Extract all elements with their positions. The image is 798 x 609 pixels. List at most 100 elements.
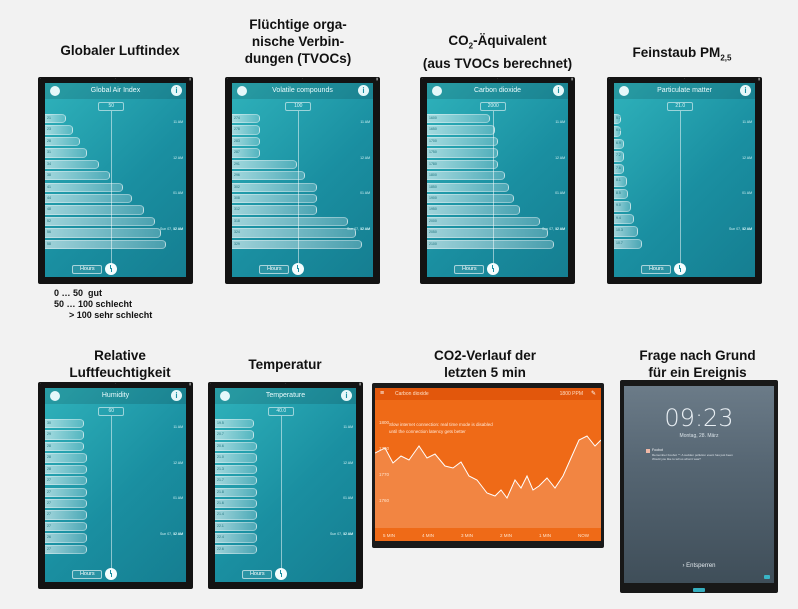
data-bar: 6.9 — [614, 138, 624, 150]
status-time: · — [683, 77, 686, 81]
info-icon[interactable]: i — [171, 390, 182, 401]
home-indicator[interactable] — [693, 588, 705, 592]
screen-volatile-compounds: · · ▮ Volatile compounds i 100 274 278 283 287 291… — [225, 77, 380, 284]
co2-line-chart — [375, 435, 601, 528]
bar-label: 283 — [234, 138, 240, 143]
time-label: 11 AM — [555, 120, 565, 124]
screen-title: Volatile compounds — [272, 87, 333, 94]
time-label: 11 AM — [343, 425, 353, 429]
status-time: · — [114, 382, 117, 386]
bar-label: 48 — [47, 207, 51, 212]
threshold-line[interactable] — [111, 416, 113, 570]
data-bar: 21.4 — [215, 510, 258, 520]
camera-icon[interactable] — [764, 575, 770, 579]
time-label: 12 AM — [173, 460, 183, 465]
bar-label: 38 — [47, 173, 51, 178]
hours-button[interactable]: Hours — [72, 570, 103, 579]
data-bar: 29 — [45, 430, 85, 440]
slide-to-unlock[interactable]: › Entsperren — [624, 563, 774, 569]
x-tick-label: 4 MIN — [422, 533, 435, 538]
bar-label: 1600 — [429, 116, 437, 120]
bar-label: 22.6 — [217, 546, 224, 551]
data-bar: 20.7 — [215, 430, 255, 440]
bar-label: 56 — [47, 230, 51, 235]
data-bar: 22.4 — [215, 533, 258, 543]
status-bar: · · ▮ — [420, 77, 575, 82]
data-bar: 34 — [45, 159, 99, 170]
data-bar: 27 — [45, 498, 88, 509]
threshold-value[interactable]: 100 — [285, 102, 312, 111]
screen-title: Temperature — [265, 392, 306, 399]
bar-label: 9.4 — [616, 215, 621, 220]
threshold-value[interactable]: 40.0 — [268, 407, 295, 416]
y-tick-label: 1760 — [379, 498, 390, 503]
clock-icon[interactable] — [105, 263, 118, 275]
bar-label: 58 — [47, 241, 51, 246]
time-label: 01 AM — [742, 191, 752, 196]
info-icon[interactable]: i — [553, 85, 564, 96]
bar-label: 29 — [47, 432, 51, 437]
bar-label: 27 — [47, 489, 51, 494]
bar-label: 302 — [234, 184, 240, 189]
screen-title: Carbon dioxide — [473, 87, 522, 94]
bar-label: 5.7 — [616, 116, 621, 120]
clock-icon[interactable] — [487, 263, 500, 275]
notification[interactable]: Foobot Remember Foobot "": A sudden poll… — [646, 448, 762, 464]
data-bar: 8.1 — [614, 176, 627, 187]
chart-header-value: 1800 PPM — [559, 391, 583, 397]
info-icon[interactable]: i — [341, 390, 352, 401]
battery-icon: ▮ — [359, 382, 361, 386]
data-bar: 21.6 — [215, 498, 258, 509]
battery-icon: ▮ — [189, 382, 191, 386]
app-screen: Carbon dioxide i 2000 1600 1650 1700 1750 1780 1… — [427, 83, 568, 277]
data-bar: 1780 — [427, 159, 498, 170]
x-tick-label: 3 MIN — [461, 533, 474, 538]
time-label: Sun 07, 12 AM — [330, 532, 353, 536]
data-bar: 22.1 — [215, 521, 258, 532]
hours-button[interactable]: Hours — [641, 265, 672, 274]
hours-button[interactable]: Hours — [259, 265, 290, 274]
time-label: 01 AM — [360, 191, 370, 196]
bar-label: 296 — [234, 173, 240, 178]
app-screen: Temperature i 40.0 19.5 20.7 20.6 21.0 21.3 21.7… — [215, 388, 356, 582]
data-bar: 8.5 — [614, 188, 629, 200]
app-screen: Global Air Index i 50 21 23 28 31 34 38 41 44 48 52 5… — [45, 83, 186, 277]
data-bar: 7.2 — [614, 151, 624, 162]
info-icon[interactable]: i — [358, 85, 369, 96]
menu-icon[interactable]: ≡ — [380, 390, 384, 397]
y-tick-label: 1790 — [379, 446, 390, 451]
threshold-value[interactable]: 60 — [98, 407, 125, 416]
screen-title: Humidity — [101, 392, 130, 399]
bar-label: 52 — [47, 218, 51, 223]
hours-button[interactable]: Hours — [242, 570, 273, 579]
hours-button[interactable]: Hours — [454, 265, 485, 274]
bar-label: 318 — [234, 218, 240, 223]
data-bar: 38 — [45, 171, 110, 181]
data-bar: 302 — [232, 182, 317, 192]
threshold-value[interactable]: 2000 — [480, 102, 507, 111]
time-label: 01 AM — [173, 496, 183, 501]
threshold-line[interactable] — [281, 416, 283, 570]
threshold-value[interactable]: 50 — [98, 102, 125, 111]
threshold-value[interactable]: 21.0 — [667, 102, 694, 111]
clock-icon[interactable] — [275, 568, 288, 580]
clock-icon[interactable] — [674, 263, 687, 275]
info-icon[interactable]: i — [171, 85, 182, 96]
data-bar: 7.6 — [614, 163, 624, 175]
bar-label: 44 — [47, 195, 51, 200]
info-icon[interactable]: i — [740, 85, 751, 96]
clock-icon[interactable] — [105, 568, 118, 580]
edit-icon[interactable]: ✎ — [591, 390, 596, 397]
caption-co2-history: CO2-Verlauf der letzten 5 min — [433, 348, 537, 380]
time-label: Sun 07, 12 AM — [542, 227, 565, 231]
clock-icon[interactable] — [292, 263, 305, 275]
battery-icon: ▮ — [758, 77, 760, 81]
hours-button[interactable]: Hours — [72, 265, 103, 274]
bar-label: 41 — [47, 184, 51, 189]
data-bar: 56 — [45, 228, 161, 238]
data-bar: 27 — [45, 487, 88, 497]
status-bar: · · ▮ — [225, 77, 380, 82]
x-tick-label: 1 MIN — [539, 533, 552, 538]
threshold-line[interactable] — [680, 111, 682, 265]
time-label: 11 AM — [742, 120, 752, 124]
